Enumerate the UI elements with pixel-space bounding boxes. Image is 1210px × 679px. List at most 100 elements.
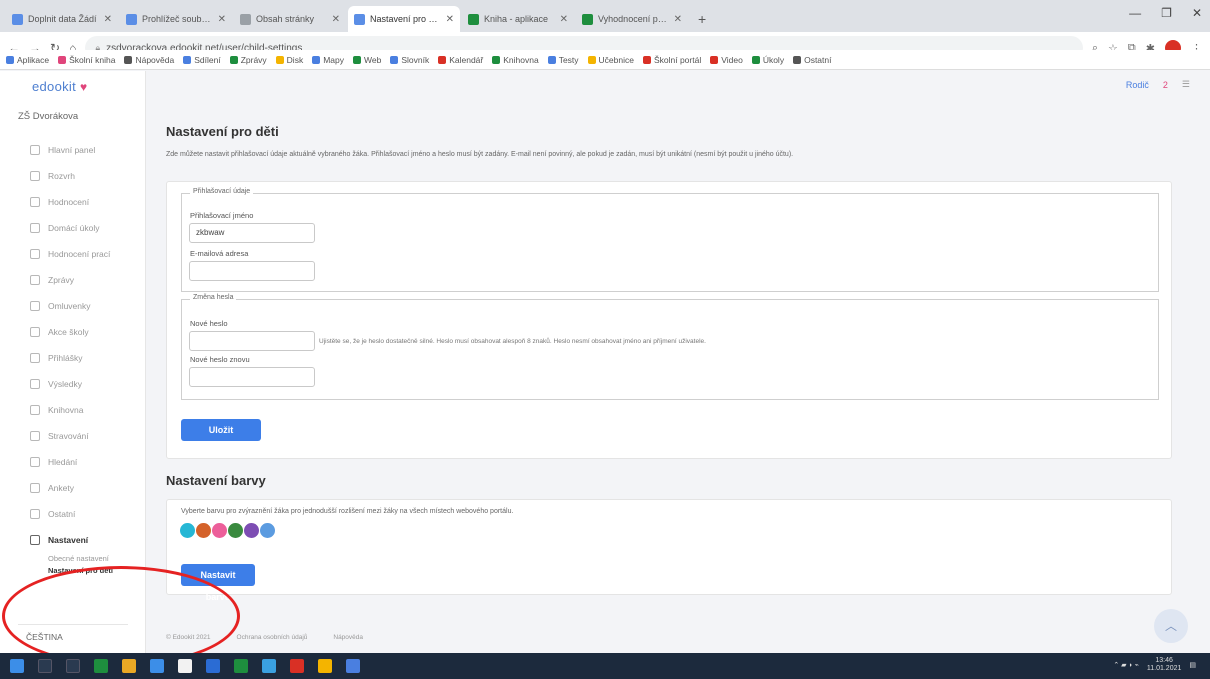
color-swatch[interactable]	[212, 523, 227, 538]
word-icon[interactable]	[206, 659, 220, 673]
sidebar-item[interactable]: Stravování	[0, 423, 146, 449]
user-menu[interactable]: Rodič	[1126, 80, 1149, 90]
bookmark-item[interactable]: Školní portál	[642, 55, 701, 65]
bookmark-item[interactable]: Školní kniha	[58, 55, 115, 65]
bookmark-item[interactable]: Úkoly	[751, 55, 784, 65]
bookmark-item[interactable]: Sdílení	[183, 55, 221, 65]
sidebar-item[interactable]: Hodnocení prací	[0, 241, 146, 267]
tab-close-icon[interactable]: ✕	[332, 14, 340, 25]
notifications-badge[interactable]: 2	[1163, 80, 1168, 90]
new-password-label: Nové heslo	[190, 319, 228, 328]
start-icon[interactable]	[10, 659, 24, 673]
sidebar-item[interactable]: Ostatní	[0, 501, 146, 527]
subnav-general[interactable]: Obecné nastavení	[48, 553, 146, 565]
browser-tab[interactable]: Nastavení pro děti - Školní portál ✕	[348, 6, 460, 32]
maximize-icon[interactable]: ❐	[1161, 6, 1172, 20]
excel-icon[interactable]	[234, 659, 248, 673]
book-icon	[30, 405, 40, 415]
browser-tab[interactable]: Kniha - aplikace ✕	[462, 6, 574, 32]
tab-close-icon[interactable]: ✕	[218, 14, 226, 25]
chrome-icon[interactable]	[178, 659, 192, 673]
scroll-to-top-button[interactable]: ︿	[1154, 609, 1188, 643]
bookmark-item[interactable]: Mapy	[312, 55, 344, 65]
bookmark-item[interactable]: Ostatní	[793, 55, 831, 65]
tab-close-icon[interactable]: ✕	[104, 14, 112, 25]
app-icon-green[interactable]	[94, 659, 108, 673]
heart-icon: ♥	[79, 80, 88, 94]
sidebar-item[interactable]: Hledání	[0, 449, 146, 475]
app-icon-window[interactable]	[346, 659, 360, 673]
username-input[interactable]: zkbwaw	[189, 223, 315, 243]
color-swatch[interactable]	[260, 523, 275, 538]
sidebar-item[interactable]: Akce školy	[0, 319, 146, 345]
sidebar-item[interactable]: Domácí úkoly	[0, 215, 146, 241]
sidebar-item[interactable]: Přihlášky	[0, 345, 146, 371]
color-swatch[interactable]	[228, 523, 243, 538]
new-password-input[interactable]	[189, 331, 315, 351]
bookmark-item[interactable]: Knihovna	[492, 55, 539, 65]
footer-privacy-link[interactable]: Ochrana osobních údajů	[237, 634, 308, 641]
bookmark-item[interactable]: Video	[710, 55, 743, 65]
browser-tab[interactable]: Obsah stránky ✕	[234, 6, 346, 32]
sidebar-item[interactable]: Hodnocení	[0, 189, 146, 215]
bookmark-item[interactable]: Zprávy	[229, 55, 267, 65]
browser-tab[interactable]: Vyhodnocení práce ✕	[576, 6, 688, 32]
browser-tab[interactable]: Doplnit data Žádí ✕	[6, 6, 118, 32]
sidebar-item-label: Omluvenky	[48, 301, 91, 311]
bookmark-item[interactable]: Učebnice	[587, 55, 634, 65]
sidebar-item[interactable]: Knihovna	[0, 397, 146, 423]
browser-tab[interactable]: Prohlížeč souborů ✕	[120, 6, 232, 32]
app-icon-cyan[interactable]	[262, 659, 276, 673]
email-input[interactable]	[189, 261, 315, 281]
bookmark-item[interactable]: Nápověda	[124, 55, 174, 65]
app-icon-blue[interactable]	[150, 659, 164, 673]
color-swatch[interactable]	[244, 523, 259, 538]
app-icon-yellow[interactable]	[318, 659, 332, 673]
search-icon[interactable]	[38, 659, 52, 673]
edookit-logo[interactable]: edookit ♥	[32, 79, 87, 94]
bookmark-item[interactable]: Web	[353, 55, 381, 65]
bookmark-item[interactable]: Kalendář	[438, 55, 483, 65]
tab-favicon	[582, 13, 593, 25]
sidebar-item[interactable]: Výsledky	[0, 371, 146, 397]
tasks-icon	[30, 223, 40, 233]
close-window-icon[interactable]: ✕	[1192, 6, 1202, 20]
bookmark-icon	[390, 55, 399, 64]
new-tab-button[interactable]: +	[690, 11, 714, 32]
hamburger-icon[interactable]: ☰	[1182, 79, 1190, 90]
minimize-icon[interactable]: —	[1129, 6, 1141, 20]
app-icon-red[interactable]	[290, 659, 304, 673]
new-password-again-input[interactable]	[189, 367, 315, 387]
sidebar-item[interactable]: Nastavení	[0, 527, 146, 553]
tab-close-icon[interactable]: ✕	[674, 14, 682, 25]
bookmark-icon	[275, 55, 284, 64]
sidebar-item[interactable]: Omluvenky	[0, 293, 146, 319]
clock[interactable]: 13:46 11.01.2021	[1147, 657, 1182, 673]
bookmark-item[interactable]: Testy	[547, 55, 579, 65]
tray-icons[interactable]: ⌃ ▰ ◗ ⌁	[1113, 661, 1139, 669]
footer-help-link[interactable]: Nápověda	[333, 634, 363, 641]
bookmark-item[interactable]: Aplikace	[6, 55, 49, 65]
color-swatch[interactable]	[196, 523, 211, 538]
sidebar-nav: Hlavní panel Rozvrh Hodnocení Domácí úkoly H…	[0, 137, 146, 577]
save-settings-button[interactable]: Uložit nastavení	[181, 419, 261, 457]
password-legend: Změna hesla	[190, 294, 237, 301]
folder-icon[interactable]	[122, 659, 136, 673]
sidebar-item[interactable]: Hlavní panel	[0, 137, 146, 163]
tab-favicon	[126, 13, 137, 25]
bookmark-icon	[751, 55, 760, 64]
bookmark-label: Disk	[286, 54, 304, 65]
bookmark-item[interactable]: Disk	[275, 54, 304, 65]
sidebar-item-label: Ostatní	[48, 509, 76, 519]
sidebar-item[interactable]: Zprávy	[0, 267, 146, 293]
bookmark-item[interactable]: Slovník	[390, 55, 429, 65]
tab-close-icon[interactable]: ✕	[446, 14, 454, 25]
color-swatch[interactable]	[180, 523, 195, 538]
notifications-icon[interactable]: ▤	[1189, 661, 1196, 669]
sidebar-item-label: Ankety	[48, 483, 74, 493]
sidebar-item[interactable]: Rozvrh	[0, 163, 146, 189]
bookmark-icon	[642, 55, 651, 64]
sidebar-item[interactable]: Ankety	[0, 475, 146, 501]
tab-close-icon[interactable]: ✕	[560, 14, 568, 25]
task-view-icon[interactable]	[66, 659, 80, 673]
